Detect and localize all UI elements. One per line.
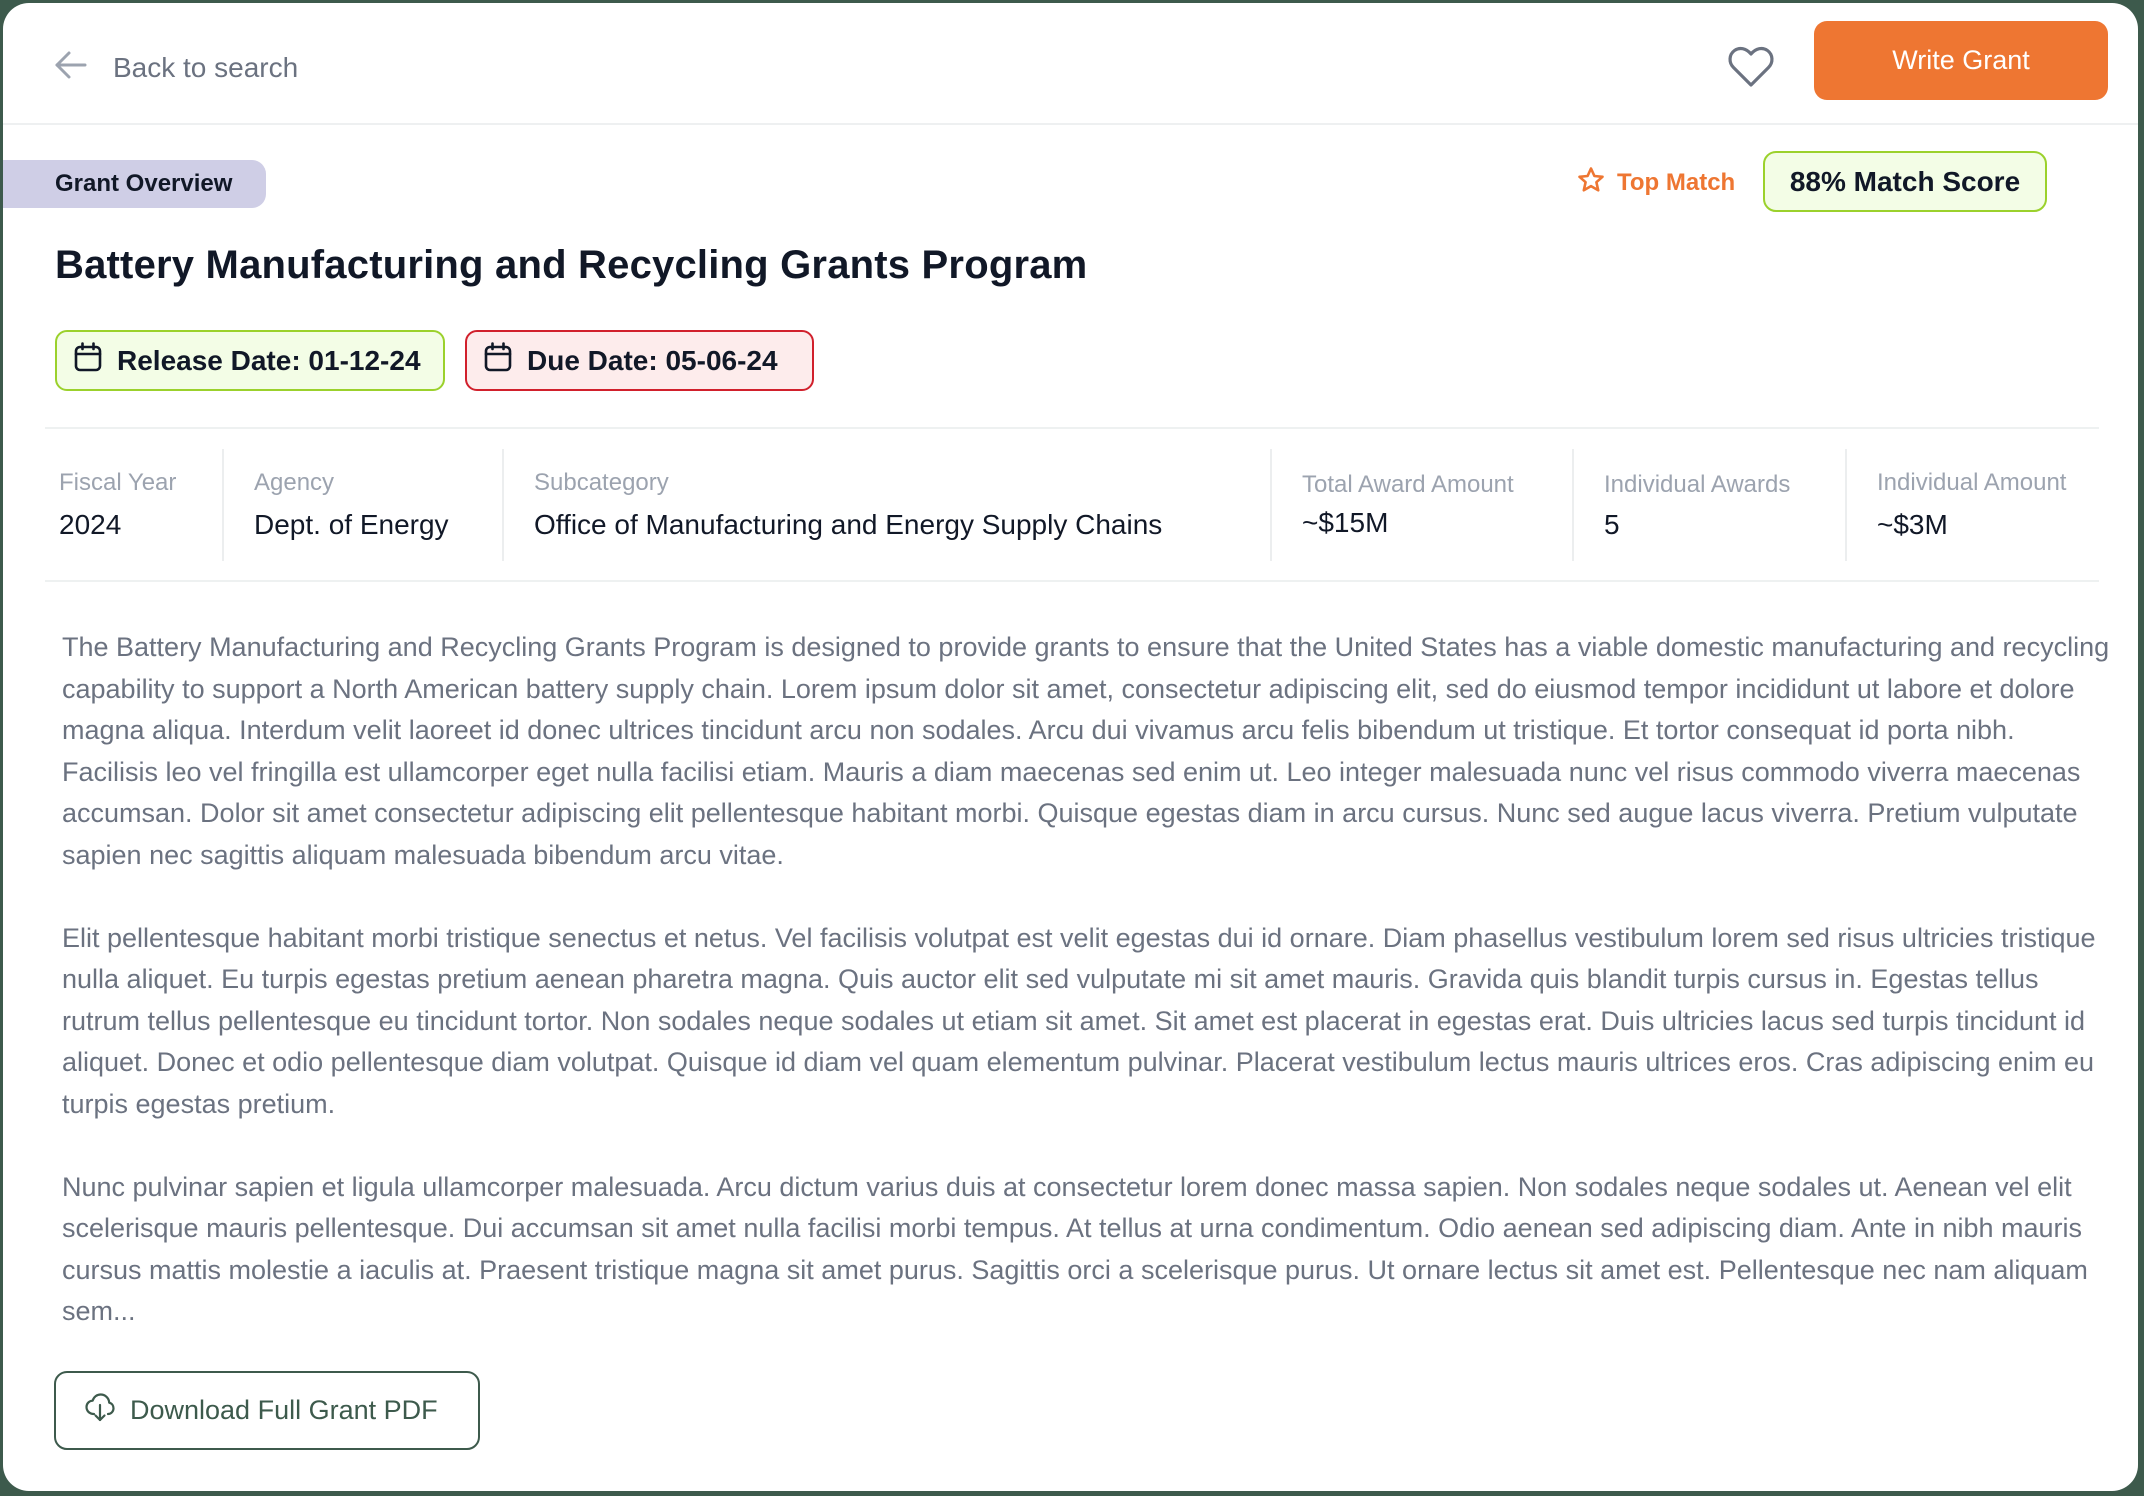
top-match-label: Top Match — [1617, 169, 1736, 196]
info-label: Subcategory — [534, 469, 669, 496]
top-match-badge: Top Match — [1577, 165, 1735, 201]
favorite-button[interactable] — [1725, 43, 1777, 95]
grant-title: Battery Manufacturing and Recycling Gran… — [55, 243, 1088, 287]
star-icon — [1577, 166, 1605, 201]
heart-icon — [1727, 45, 1775, 94]
app-frame: Back to search Write Grant Grant Overvie… — [0, 0, 2144, 1496]
grant-detail-card: Back to search Write Grant Grant Overvie… — [3, 3, 2138, 1491]
match-score-label: 88% Match Score — [1789, 165, 2021, 197]
grant-info-strip: Fiscal Year 2024 Agency Dept. of Energy … — [45, 427, 2099, 582]
grant-description: The Battery Manufacturing and Recycling … — [62, 627, 2112, 1374]
info-agency: Agency Dept. of Energy — [222, 449, 502, 561]
info-subcategory: Subcategory Office of Manufacturing and … — [502, 449, 1270, 561]
calendar-icon — [73, 341, 103, 380]
info-value: Office of Manufacturing and Energy Suppl… — [534, 509, 1163, 540]
info-individual-amount: Individual Amount ~$3M — [1845, 449, 2099, 561]
info-value: ~$15M — [1302, 507, 1389, 538]
info-value: 5 — [1604, 509, 1620, 540]
grant-overview-tag: Grant Overview — [3, 160, 266, 208]
download-pdf-button[interactable]: Download Full Grant PDF — [54, 1371, 480, 1450]
back-to-search-label: Back to search — [113, 52, 299, 83]
release-date-label: Release Date: 01-12-24 — [117, 344, 421, 376]
match-score-badge: 88% Match Score — [1763, 151, 2047, 212]
back-to-search-link[interactable]: Back to search — [51, 45, 298, 91]
info-individual-awards: Individual Awards 5 — [1572, 449, 1845, 561]
info-total-award-amount: Total Award Amount ~$15M — [1270, 449, 1572, 561]
info-label: Fiscal Year — [59, 469, 177, 496]
info-label: Individual Awards — [1604, 471, 1791, 498]
due-date-badge: Due Date: 05-06-24 — [465, 330, 814, 391]
description-paragraph: Nunc pulvinar sapien et ligula ullamcorp… — [62, 1171, 2088, 1327]
info-label: Total Award Amount — [1302, 471, 1514, 498]
due-date-label: Due Date: 05-06-24 — [527, 344, 778, 376]
info-value: ~$3M — [1877, 509, 1948, 540]
info-value: 2024 — [59, 509, 122, 540]
grant-overview-label: Grant Overview — [55, 170, 233, 197]
description-paragraph: The Battery Manufacturing and Recycling … — [62, 632, 2110, 870]
download-pdf-label: Download Full Grant PDF — [130, 1395, 438, 1425]
cloud-download-icon — [84, 1391, 116, 1430]
write-grant-button[interactable]: Write Grant — [1814, 21, 2108, 100]
info-label: Agency — [254, 469, 335, 496]
release-date-badge: Release Date: 01-12-24 — [55, 330, 445, 391]
info-fiscal-year: Fiscal Year 2024 — [43, 449, 223, 561]
calendar-icon — [483, 341, 513, 380]
info-label: Individual Amount — [1877, 469, 2067, 496]
arrow-left-icon — [51, 45, 91, 92]
info-value: Dept. of Energy — [254, 509, 449, 540]
description-paragraph: Elit pellentesque habitant morbi tristiq… — [62, 922, 2096, 1119]
top-bar: Back to search Write Grant — [3, 3, 2138, 125]
